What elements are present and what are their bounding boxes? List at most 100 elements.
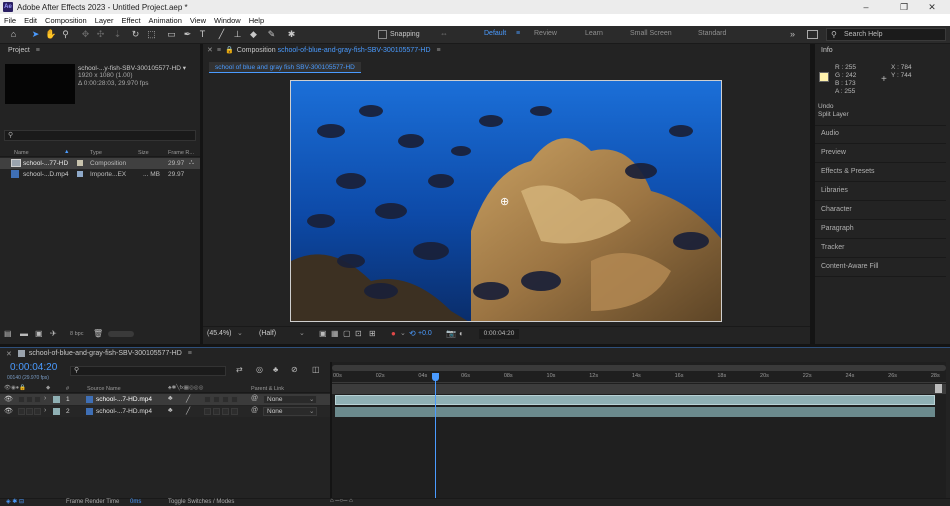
panel-content-aware-fill[interactable]: Content-Aware Fill	[821, 263, 878, 270]
timeline-track-area[interactable]: 00s 02s 04s 06s 08s 10s 12s 14s 16s 18s 20s 22s 24s 2…	[332, 362, 946, 499]
layer-row-1[interactable]: 👁 › 1 school-...7-HD.mp4 ♣ ╱ @ None ⌄	[0, 394, 330, 405]
help-search-box[interactable]: ⚲ Search Help	[826, 28, 946, 41]
brush-tool-icon[interactable]: ╱	[216, 29, 227, 40]
pan-camera-icon[interactable]: ✣	[95, 29, 106, 40]
pick-whip-icon[interactable]: @	[251, 395, 258, 402]
project-panel-title[interactable]: Project	[8, 47, 30, 54]
panel-toggle-icon[interactable]	[807, 30, 818, 39]
timeline-current-time[interactable]: 0:00:04:20	[10, 362, 57, 373]
panel-audio[interactable]: Audio	[821, 130, 839, 137]
frame-blending-icon[interactable]: ⊘	[291, 365, 298, 374]
timeline-menu-icon[interactable]: ≡	[188, 350, 192, 357]
zoom-tool-icon[interactable]: ⚲	[60, 29, 71, 40]
eye-icon[interactable]: 👁	[4, 407, 13, 415]
show-snapshot-icon[interactable]: ◐	[459, 329, 464, 338]
panel-effects-presets[interactable]: Effects & Presets	[821, 168, 875, 175]
layer-1-bar[interactable]	[335, 395, 935, 405]
label-color-swatch[interactable]	[53, 408, 60, 415]
channels-icon[interactable]: ●	[391, 329, 396, 338]
adjustment-switch[interactable]	[222, 396, 229, 403]
layer-name[interactable]: school-...7-HD.mp4	[96, 396, 152, 403]
work-area-end-handle[interactable]	[935, 384, 942, 393]
menu-composition[interactable]: Composition	[41, 16, 91, 25]
toggle-switches-modes[interactable]: Toggle Switches / Modes	[168, 499, 234, 505]
col-frame-rate[interactable]: Frame R...	[168, 150, 194, 156]
switches-icons[interactable]: ♣✱╲fx▦◎◎◎	[168, 385, 203, 391]
label-color-swatch[interactable]	[53, 396, 60, 403]
close-icon[interactable]: ✕	[207, 46, 213, 54]
effects-switch[interactable]	[204, 408, 211, 415]
workspace-review[interactable]: Review	[534, 30, 557, 37]
lock-toggle[interactable]	[34, 408, 41, 415]
comp-flowchart-icon[interactable]: ⇄	[236, 365, 243, 374]
pen-tool-icon[interactable]: ✒	[182, 29, 193, 40]
type-tool-icon[interactable]: T	[197, 29, 208, 40]
3d-layer-switch[interactable]	[231, 396, 238, 403]
fast-previews-icon[interactable]: ▣	[319, 329, 327, 338]
composition-tab[interactable]: school of blue and gray fish SBV-3001055…	[209, 62, 361, 73]
timeline-tab-label[interactable]: school-of-blue-and-gray-fish-SBV-3001055…	[29, 350, 182, 357]
zoom-slider-icon[interactable]: ⌂ ─○─ ⌂	[330, 498, 353, 504]
orbit-camera-icon[interactable]: ✥	[80, 29, 91, 40]
rotation-tool-icon[interactable]: ↻	[130, 29, 141, 40]
roto-brush-icon[interactable]: ✎	[266, 29, 277, 40]
exposure-value[interactable]: +0.0	[418, 330, 432, 337]
guides-icon[interactable]: ⊞	[369, 329, 376, 338]
time-ruler[interactable]: 00s 02s 04s 06s 08s 10s 12s 14s 16s 18s 20s 22s 24s 2…	[332, 373, 946, 383]
menu-help[interactable]: Help	[245, 16, 268, 25]
panel-libraries[interactable]: Libraries	[821, 187, 848, 194]
current-time-display[interactable]: 0:00:04:20	[479, 329, 519, 339]
time-navigator[interactable]	[332, 365, 946, 371]
project-menu-icon[interactable]: ≡	[36, 47, 40, 54]
project-item-footage[interactable]: school-...D.mp4 Importe...EX ... MB 29.9…	[0, 169, 200, 180]
chevron-down-icon[interactable]: ⌄	[400, 329, 406, 337]
thumb-name[interactable]: school-...y-fish-SBV-300105577-HD ▾	[78, 64, 186, 72]
anchor-tool-icon[interactable]: ⬚	[146, 29, 157, 40]
composition-viewer[interactable]: ⊕	[290, 80, 722, 322]
adjust-settings-icon[interactable]: ✈	[50, 329, 57, 338]
snap-options-icon[interactable]: ⇔	[440, 29, 452, 40]
menu-view[interactable]: View	[186, 16, 210, 25]
col-number[interactable]: #	[66, 386, 69, 392]
minimize-button[interactable]: –	[846, 0, 886, 14]
shy-switch-icon[interactable]: ♣	[168, 407, 173, 414]
graph-editor-icon[interactable]: ◫	[312, 365, 320, 374]
dolly-camera-icon[interactable]: ⇣	[112, 29, 123, 40]
panel-character[interactable]: Character	[821, 206, 852, 213]
effects-switch[interactable]	[204, 396, 211, 403]
playhead[interactable]	[431, 373, 439, 381]
label-color-swatch[interactable]	[77, 160, 83, 166]
close-button[interactable]: ✕	[912, 0, 950, 14]
composition-name[interactable]: school-of-blue-and-gray-fish-SBV-3001055…	[278, 47, 431, 54]
shy-layers-icon[interactable]: ♣	[273, 365, 278, 374]
workspace-default[interactable]: Default	[484, 30, 506, 37]
draft-3d-icon[interactable]: ◎	[256, 365, 263, 374]
motion-blur-switch[interactable]	[213, 408, 220, 415]
panel-preview[interactable]: Preview	[821, 149, 846, 156]
snapping-checkbox[interactable]	[378, 30, 387, 39]
project-search-input[interactable]: ⚲	[4, 130, 196, 141]
menu-layer[interactable]: Layer	[91, 16, 118, 25]
hand-tool-icon[interactable]: ✋	[45, 29, 56, 40]
chevron-right-icon[interactable]: ›	[44, 407, 46, 414]
layer-row-2[interactable]: 👁 › 2 school-...7-HD.mp4 ♣ ╱ @ None ⌄	[0, 406, 330, 417]
pick-whip-icon[interactable]: @	[251, 407, 258, 414]
work-area-bar[interactable]	[332, 384, 946, 394]
anchor-point-icon[interactable]: ⊕	[500, 195, 509, 208]
workspace-small-screen[interactable]: Small Screen	[630, 30, 672, 37]
status-icons[interactable]: ◈ ✱ ⊟	[6, 498, 24, 505]
interpret-footage-icon[interactable]: ▤	[4, 329, 12, 338]
more-workspaces-icon[interactable]: »	[790, 29, 795, 39]
transparency-grid-icon[interactable]: ▦	[331, 329, 339, 338]
flowchart-icon[interactable]: ⛬	[189, 159, 194, 167]
bpc-label[interactable]: 8 bpc	[70, 331, 83, 337]
thumbnail-size-slider[interactable]	[108, 331, 134, 337]
quality-switch-icon[interactable]: ╱	[186, 395, 190, 403]
menu-animation[interactable]: Animation	[145, 16, 186, 25]
audio-toggle[interactable]	[18, 396, 25, 403]
exposure-reset-icon[interactable]: ⟲	[409, 329, 416, 338]
col-type[interactable]: Type	[90, 150, 102, 156]
workspace-menu-icon[interactable]: ≡	[516, 30, 520, 37]
region-of-interest-icon[interactable]: ⊡	[355, 329, 362, 338]
chevron-down-icon[interactable]: ⌄	[237, 329, 243, 337]
